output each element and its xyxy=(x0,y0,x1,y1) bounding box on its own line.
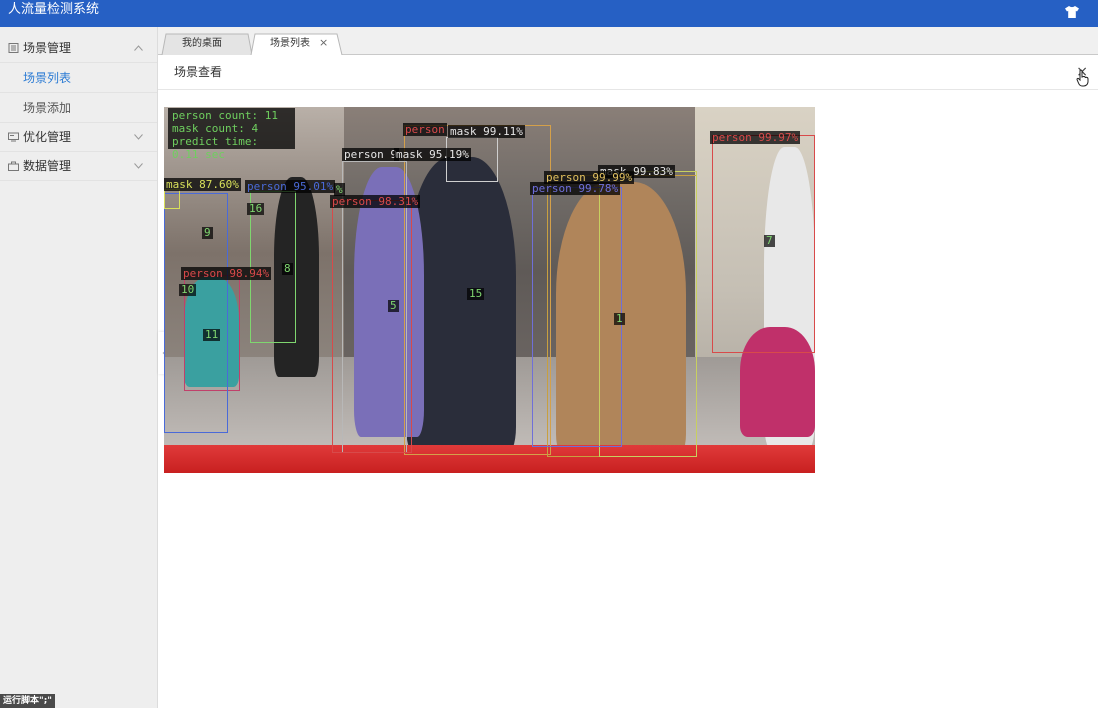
page-title: 场景查看 xyxy=(174,65,223,79)
detection-label: person 99.97% xyxy=(710,131,801,144)
mask-count-text: mask count: 4 xyxy=(172,122,259,135)
track-id: 1 xyxy=(614,312,625,325)
detection-box xyxy=(532,187,622,447)
detection-label: mask 87.60% xyxy=(164,178,241,191)
sidebar-group-label: 场景管理 xyxy=(23,41,72,55)
detection-label: mask 99.11% xyxy=(448,125,525,138)
sidebar-item-scene-list[interactable]: 场景列表 xyxy=(0,63,157,93)
sidebar-item-label: 场景添加 xyxy=(23,101,72,115)
sidebar-item-scene-add[interactable]: 场景添加 xyxy=(0,93,157,123)
predict-time-text: predict time: 0.11 sec xyxy=(172,135,259,161)
tab-label: 我的桌面 xyxy=(182,38,222,49)
sidebar: 场景管理 场景列表 场景添加 优化管理 数据管理 运行脚本";" xyxy=(0,27,158,708)
tab-label: 场景列表 xyxy=(270,38,310,49)
track-id: 7 xyxy=(764,234,775,247)
sidebar-group-scene-management[interactable]: 场景管理 xyxy=(0,34,157,63)
detection-label: mask 95.19% xyxy=(394,148,471,161)
briefcase-icon xyxy=(8,161,19,171)
detection-box xyxy=(164,189,180,209)
document-icon xyxy=(8,43,19,53)
detection-box xyxy=(332,200,412,453)
hand-cursor-icon xyxy=(1076,69,1089,87)
track-id: 15 xyxy=(467,287,485,300)
sidebar-item-label: 场景列表 xyxy=(23,71,72,85)
detection-label: person 9 xyxy=(342,148,399,161)
sidebar-group-optimization-management[interactable]: 优化管理 xyxy=(0,123,157,152)
tshirt-icon[interactable] xyxy=(1064,5,1080,19)
chevron-down-icon xyxy=(134,163,143,169)
detection-label: person 99.78% xyxy=(530,182,621,195)
track-id: 11 xyxy=(203,328,221,341)
track-id: 10 xyxy=(179,283,197,296)
tab-my-desktop[interactable]: 我的桌面 xyxy=(160,33,254,55)
sidebar-group-data-management[interactable]: 数据管理 xyxy=(0,152,157,181)
detection-label: person 95.01% xyxy=(245,180,336,193)
monitor-icon xyxy=(8,132,19,142)
tab-close-icon[interactable]: × xyxy=(319,37,328,49)
track-id: 5 xyxy=(388,299,399,312)
app-title: 人流量检测系统 xyxy=(8,2,100,17)
sidebar-group-label: 优化管理 xyxy=(23,130,72,144)
tab-bar: 我的桌面 场景列表 × xyxy=(158,27,1098,55)
chevron-up-icon xyxy=(134,45,143,51)
detection-stats-panel: person count: 11 mask count: 4 predict t… xyxy=(168,108,295,161)
detection-image: mask 99.11% person person 99.97% person … xyxy=(164,107,815,473)
track-id: 16 xyxy=(247,202,265,215)
detection-box xyxy=(164,193,228,433)
chevron-down-icon xyxy=(134,134,143,140)
script-badge: 运行脚本";" xyxy=(0,694,55,708)
content-header: 场景查看 × xyxy=(158,55,1098,90)
top-bar: 人流量检测系统 xyxy=(0,0,1098,27)
tab-scene-list[interactable]: 场景列表 × xyxy=(250,33,344,55)
detection-label: person 98.31% xyxy=(330,195,421,208)
track-id: 9 xyxy=(202,226,213,239)
track-id: 8 xyxy=(282,262,293,275)
person-count-text: person count: 11 xyxy=(172,109,278,122)
detection-label: person 98.94% xyxy=(181,267,272,280)
sidebar-group-label: 数据管理 xyxy=(23,159,72,173)
detection-label: person xyxy=(403,123,447,136)
